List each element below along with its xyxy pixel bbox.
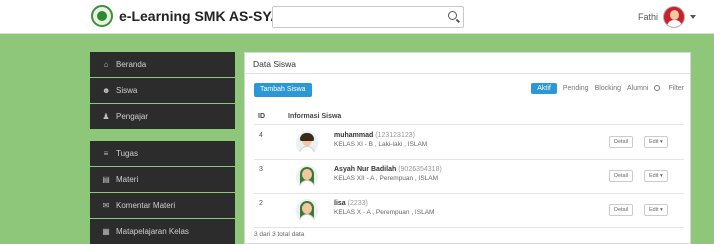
sidebar-item-label: Tugas [116,149,138,158]
column-info: Informasi Siswa [288,113,342,120]
search-icon [654,85,661,92]
student-class: KELAS XII - A , Perempuan , ISLAM [334,175,439,182]
edit-label: Edit [649,207,659,213]
sidebar-item-label: Matapelajaran Kelas [116,227,189,236]
detail-button[interactable]: Detail [609,170,634,182]
edit-label: Edit [649,173,659,179]
student-class: KELAS XI - B , Laki-laki , ISLAM [334,141,428,148]
edit-dropdown-button[interactable]: Edit ▾ [644,170,668,182]
detail-label: Detail [614,207,629,213]
sidebar-item-label: Pengajar [116,112,149,121]
sidebar-item-beranda[interactable]: ⌂ Beranda [90,52,235,77]
sidebar-item-komentar-materi[interactable]: ✉ Komentar Materi [90,193,235,218]
table-icon: ▦ [102,226,110,236]
list-icon: ≡ [103,148,109,158]
sidebar-item-siswa[interactable]: ☻ Siswa [90,78,235,103]
table-row: 3 Asyah Nur Badilah (9026354318) KELAS X… [254,160,684,194]
row-id: 3 [259,166,263,173]
table-row: 2 lisa (2233) KELAS X - A , Perempuan , … [254,194,684,228]
student-class: KELAS X - A , Perempuan , ISLAM [334,209,435,216]
top-navbar: e-Learning SMK AS-SYAFIIYAH 2 Fathi [0,0,714,34]
student-nis: (2233) [347,200,368,207]
detail-button[interactable]: Detail [609,204,634,216]
user-icon: ♟ [102,111,110,121]
student-name[interactable]: lisa [334,200,346,207]
student-name-line: muhammad (123123123) [334,132,415,139]
student-name[interactable]: Asyah Nur Badilah [334,166,396,173]
column-id: ID [258,113,265,120]
filter-button[interactable]: Filter [654,85,684,92]
student-name-line: lisa (2233) [334,200,368,207]
detail-button[interactable]: Detail [609,136,634,148]
add-student-button[interactable]: Tambah Siswa [254,83,312,97]
edit-dropdown-button[interactable]: Edit ▾ [644,204,668,216]
filter-label: Filter [668,85,684,92]
edit-dropdown-button[interactable]: Edit ▾ [644,136,668,148]
sidebar-item-label: Komentar Materi [116,201,176,210]
student-name[interactable]: muhammad [334,132,373,139]
book-icon: ▤ [102,174,110,184]
comment-icon: ✉ [102,200,110,210]
panel-title: Data Siswa [245,53,690,74]
sidebar-item-tugas[interactable]: ≡ Tugas [90,141,235,166]
student-name-line: Asyah Nur Badilah (9026354318) [334,166,442,173]
student-avatar [296,165,318,189]
row-id: 2 [259,200,263,207]
table-header: ID Informasi Siswa [254,111,684,125]
student-avatar [296,131,318,155]
edit-label: Edit [649,139,659,145]
search-input[interactable] [273,7,439,27]
sidebar-item-label: Siswa [116,86,138,95]
home-icon: ⌂ [103,59,109,69]
filter-active-button[interactable]: Aktif [531,83,557,94]
search-box [272,6,464,28]
student-nis: (123123123) [375,132,415,139]
sidebar-item-label: Materi [116,175,139,184]
sidebar-item-matapelajaran-kelas[interactable]: ▦ Matapelajaran Kelas [90,219,235,244]
table-row: 4 muhammad (123123123) KELAS XI - B , La… [254,126,684,160]
avatar[interactable] [663,6,686,28]
detail-label: Detail [614,139,629,145]
users-icon: ☻ [102,85,111,95]
sidebar-item-label: Beranda [116,60,147,69]
sidebar-item-materi[interactable]: ▤ Materi [90,167,235,192]
sidebar: ⌂ Beranda ☻ Siswa ♟ Pengajar ≡ Tugas ▤ M… [90,52,235,244]
pagination-summary: 3 dari 3 total data [254,231,305,238]
student-avatar [296,199,318,223]
row-id: 4 [259,132,263,139]
detail-label: Detail [614,173,629,179]
filter-alumni-button[interactable]: Alumni [627,85,648,92]
filter-pending-button[interactable]: Pending [563,85,589,92]
school-logo-icon [91,5,113,27]
user-menu[interactable]: Fathi [638,6,697,28]
status-filters: Aktif Pending Blocking Alumni Filter [531,83,684,94]
search-icon[interactable] [448,11,457,20]
student-nis: (9026354318) [398,166,442,173]
data-siswa-panel: Data Siswa Tambah Siswa Aktif Pending Bl… [244,52,691,244]
chevron-down-icon[interactable] [690,15,697,19]
sidebar-item-pengajar[interactable]: ♟ Pengajar [90,104,235,129]
filter-blocking-button[interactable]: Blocking [595,85,621,92]
user-name: Fathi [638,12,659,22]
